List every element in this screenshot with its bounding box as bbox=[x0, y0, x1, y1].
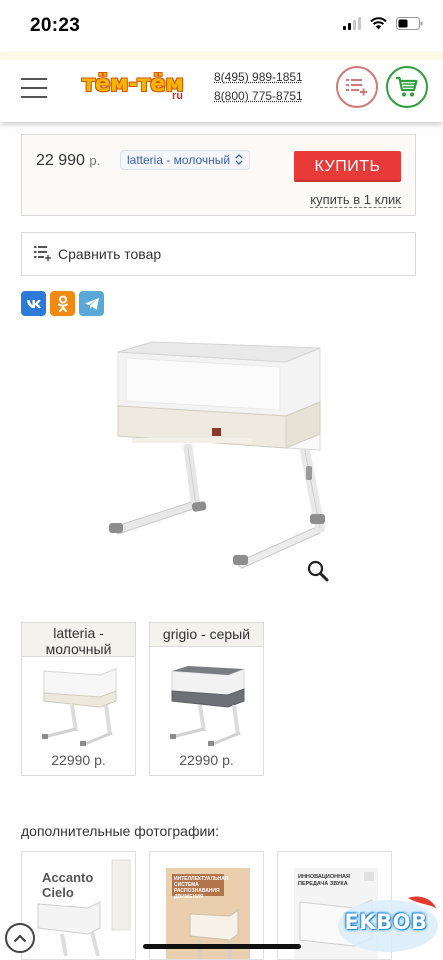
compare-label: Сравнить товар bbox=[58, 246, 162, 262]
signal-icon bbox=[343, 17, 361, 30]
variant-select[interactable]: latteria - молочный bbox=[120, 150, 251, 170]
ok-icon bbox=[57, 295, 68, 312]
zoom-icon[interactable] bbox=[306, 559, 330, 583]
scroll-to-top-button[interactable] bbox=[5, 923, 35, 953]
phone-link-2[interactable]: 8(800) 775-8751 bbox=[214, 87, 303, 106]
compare-product-button[interactable]: Сравнить товар bbox=[21, 232, 416, 276]
phone-numbers: 8(495) 989-1851 8(800) 775-8751 bbox=[214, 68, 303, 106]
site-logo[interactable]: тём-тём ru bbox=[82, 68, 192, 108]
watermark-text: EKBOB bbox=[344, 910, 428, 934]
status-time: 20:23 bbox=[30, 15, 81, 36]
variant-card-latteria[interactable]: latteria - молочный 22990 р. bbox=[21, 622, 136, 776]
status-icons bbox=[343, 17, 423, 30]
variant-card-grigio[interactable]: grigio - серый 22990 р. bbox=[149, 622, 264, 776]
cart-button[interactable] bbox=[386, 66, 428, 108]
variant-photo bbox=[170, 666, 245, 747]
buy-box: 22 990 р. latteria - молочный КУПИТЬ куп… bbox=[21, 134, 416, 216]
battery-icon bbox=[396, 17, 423, 30]
variant-price: 22990 р. bbox=[51, 752, 106, 768]
telegram-icon bbox=[84, 297, 99, 310]
variant-photo bbox=[42, 668, 117, 747]
cart-icon bbox=[396, 76, 418, 97]
extra-photo-1-caption-1: Accanto bbox=[42, 870, 94, 885]
extra-photos-title: дополнительные фотографии: bbox=[21, 823, 220, 839]
home-indicator bbox=[143, 944, 301, 949]
vk-share-button[interactable] bbox=[21, 291, 46, 316]
product-main-photo[interactable] bbox=[96, 340, 346, 580]
ok-share-button[interactable] bbox=[50, 291, 75, 316]
extra-photo-3-caption: ИННОВАЦИОННАЯ ПЕРЕДАЧА ЗВУКА bbox=[298, 874, 350, 887]
extra-photo-1-caption-2: Cielo bbox=[42, 885, 74, 900]
buy-button[interactable]: КУПИТЬ bbox=[294, 151, 401, 182]
wifi-icon bbox=[370, 17, 387, 30]
select-arrows-icon bbox=[235, 154, 243, 165]
extra-photo-1-image bbox=[22, 852, 135, 959]
watermark: EKBOB bbox=[332, 892, 440, 956]
compare-list-button[interactable] bbox=[336, 66, 378, 108]
buy-one-click-link[interactable]: купить в 1 клик bbox=[310, 193, 401, 208]
telegram-share-button[interactable] bbox=[79, 291, 104, 316]
social-share bbox=[21, 291, 104, 316]
variant-name: grigio - серый bbox=[150, 623, 263, 647]
status-bar: 20:23 bbox=[0, 0, 443, 52]
menu-icon[interactable] bbox=[21, 78, 47, 98]
variant-price: 22990 р. bbox=[179, 752, 234, 768]
vk-icon bbox=[26, 299, 41, 308]
price-value: 22 990 bbox=[36, 152, 85, 169]
compare-list-icon bbox=[346, 79, 367, 96]
variant-select-value: latteria - молочный bbox=[127, 153, 231, 167]
site-header: тём-тём ru 8(495) 989-1851 8(800) 775-87… bbox=[0, 52, 443, 122]
product-price: 22 990 р. bbox=[36, 152, 100, 170]
chevron-up-icon bbox=[13, 933, 27, 942]
compare-icon bbox=[34, 246, 51, 261]
extra-photo-1[interactable]: Accanto Cielo bbox=[21, 851, 136, 960]
logo-suffix: ru bbox=[172, 90, 183, 102]
variant-name: latteria - молочный bbox=[22, 623, 135, 657]
extra-photo-2-caption: ИНТЕЛЛЕКТУАЛЬНАЯ СИСТЕМА РАСПОЗНАВАНИЯ Д… bbox=[174, 876, 229, 900]
phone-link-1[interactable]: 8(495) 989-1851 bbox=[214, 68, 303, 87]
price-currency: р. bbox=[89, 153, 101, 168]
